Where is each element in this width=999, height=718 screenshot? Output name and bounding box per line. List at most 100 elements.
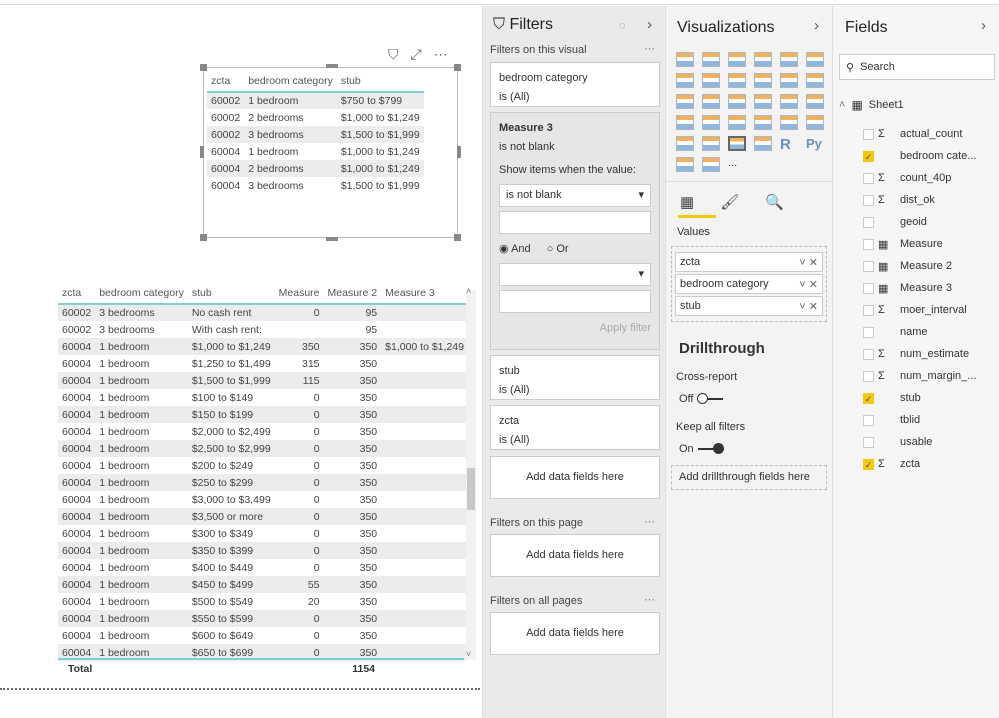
add-drillthrough-fields[interactable]: Add drillthrough fields here	[671, 465, 827, 490]
field-checkbox[interactable]	[863, 194, 874, 206]
visual-type-icon[interactable]	[728, 52, 746, 67]
field-checkbox[interactable]	[863, 326, 874, 338]
apply-filter-button[interactable]: Apply filter	[499, 319, 651, 338]
more-visuals-icon[interactable]: ...	[728, 157, 753, 178]
resize-handle[interactable]	[326, 64, 338, 68]
field-checkbox[interactable]: ✓	[863, 392, 874, 404]
column-header[interactable]: Measure	[274, 282, 324, 305]
resize-handle[interactable]	[200, 234, 207, 241]
more-options-icon[interactable]: ⋯	[434, 46, 448, 63]
scroll-down-icon[interactable]: ˅	[466, 649, 471, 659]
top-table-visual[interactable]: zcta bedroom category stub 60002 1 bedroom $7…	[200, 64, 461, 241]
visual-type-icon[interactable]	[702, 136, 720, 151]
filter-card-stub[interactable]: stub is (All)	[490, 355, 660, 400]
second-value-input[interactable]	[499, 290, 651, 313]
column-header[interactable]: bedroom category	[244, 70, 337, 93]
field-checkbox[interactable]	[863, 128, 874, 140]
add-visual-filter-fields[interactable]: Add data fields here	[490, 456, 660, 499]
field-item[interactable]: ▦ Measure	[863, 233, 943, 255]
field-item[interactable]: tblid	[863, 409, 920, 431]
field-checkbox[interactable]	[863, 414, 874, 426]
field-item[interactable]: Σcount_40p	[863, 167, 951, 189]
field-checkbox[interactable]: ✓	[863, 458, 874, 470]
more-options-icon[interactable]: ⋯	[644, 515, 655, 528]
visual-type-icon[interactable]	[676, 115, 694, 130]
field-item[interactable]: ✓ Σzcta	[863, 453, 920, 475]
visual-type-icon[interactable]	[676, 136, 694, 151]
filter-icon[interactable]: ⛉	[388, 46, 399, 63]
python-visual-icon[interactable]: Py	[806, 136, 831, 157]
field-item[interactable]: Σdist_ok	[863, 189, 935, 211]
field-checkbox[interactable]	[863, 238, 874, 250]
add-all-pages-filter-fields[interactable]: Add data fields here	[490, 612, 660, 655]
visual-type-icon[interactable]	[754, 136, 772, 151]
collapse-viz-icon[interactable]: ›	[814, 17, 819, 34]
resize-handle[interactable]	[454, 64, 461, 71]
column-header[interactable]: zcta	[58, 282, 96, 305]
visual-type-icon[interactable]	[754, 52, 772, 67]
field-item[interactable]: Σmoer_interval	[863, 299, 967, 321]
visual-type-icon[interactable]	[702, 73, 720, 88]
visual-type-icon[interactable]	[676, 157, 694, 172]
collapse-fields-icon[interactable]: ›	[981, 17, 986, 34]
more-options-icon[interactable]: ⋯	[644, 593, 655, 606]
field-checkbox[interactable]	[863, 260, 874, 272]
filter-card-zcta[interactable]: zcta is (All)	[490, 405, 660, 450]
visual-type-icon[interactable]	[728, 73, 746, 88]
visual-type-icon[interactable]	[780, 94, 798, 109]
eye-icon[interactable]: ◌	[619, 20, 626, 32]
field-item[interactable]: ✓ stub	[863, 387, 921, 409]
field-checkbox[interactable]	[863, 348, 874, 360]
field-item[interactable]: Σnum_estimate	[863, 343, 969, 365]
resize-handle[interactable]	[457, 146, 461, 158]
visual-type-icon[interactable]	[702, 94, 720, 109]
second-condition-dropdown[interactable]: ▾	[499, 263, 651, 286]
column-header[interactable]: bedroom category	[95, 282, 188, 305]
chevron-remove-icons[interactable]: ˅ ✕	[799, 256, 818, 269]
visual-type-icon[interactable]	[728, 136, 746, 151]
column-header[interactable]: Measure 3	[381, 282, 466, 305]
collapse-filters-icon[interactable]: ›	[647, 16, 652, 33]
resize-handle[interactable]	[200, 64, 207, 71]
well-field-pill[interactable]: zcta ˅ ✕	[675, 252, 823, 272]
values-well[interactable]: zcta ˅ ✕ bedroom category ˅ ✕ stub ˅ ✕	[671, 246, 827, 322]
visual-type-icon[interactable]	[806, 52, 824, 67]
column-header[interactable]: zcta	[207, 70, 245, 93]
more-options-icon[interactable]: ⋯	[644, 42, 655, 55]
filter-card-bedroom-category[interactable]: bedroom category is (All)	[490, 62, 660, 107]
scrollbar-thumb[interactable]	[467, 468, 475, 510]
search-input[interactable]: ⚲ Search	[839, 54, 995, 80]
visual-type-icon[interactable]	[676, 52, 694, 67]
field-item[interactable]: name	[863, 321, 928, 343]
table-sheet1[interactable]: ˄ ▦ Sheet1	[839, 98, 904, 112]
field-item[interactable]: ▦ Measure 3	[863, 277, 952, 299]
visual-type-icon[interactable]	[754, 73, 772, 88]
resize-handle[interactable]	[200, 146, 204, 158]
visual-type-icon[interactable]	[676, 94, 694, 109]
visual-type-icon[interactable]	[806, 94, 824, 109]
visual-type-icon[interactable]	[806, 115, 824, 130]
visual-type-icon[interactable]	[676, 73, 694, 88]
column-header[interactable]: Measure 2	[323, 282, 382, 305]
or-radio[interactable]: ○ Or	[547, 240, 569, 259]
well-field-pill[interactable]: stub ˅ ✕	[675, 296, 823, 316]
main-table-visual[interactable]: zcta bedroom category stub Measure Measure 2…	[58, 282, 466, 680]
visual-type-icon[interactable]	[728, 94, 746, 109]
visual-type-icon[interactable]	[702, 157, 720, 172]
visual-type-icon[interactable]	[702, 115, 720, 130]
chevron-remove-icons[interactable]: ˅ ✕	[799, 300, 818, 313]
visual-type-icon[interactable]	[780, 115, 798, 130]
resize-handle[interactable]	[326, 237, 338, 241]
visual-type-icon[interactable]	[780, 52, 798, 67]
cross-report-toggle[interactable]: Off	[679, 393, 724, 405]
format-paint-roller-icon[interactable]: 🖌	[720, 193, 739, 211]
field-item[interactable]: Σactual_count	[863, 123, 962, 145]
r-visual-icon[interactable]: R	[780, 136, 805, 157]
field-checkbox[interactable]	[863, 304, 874, 316]
add-page-filter-fields[interactable]: Add data fields here	[490, 534, 660, 577]
field-checkbox[interactable]	[863, 216, 874, 228]
column-header[interactable]: stub	[336, 70, 424, 93]
field-item[interactable]: usable	[863, 431, 932, 453]
filter-card-measure3[interactable]: Measure 3 is not blank Show items when t…	[490, 112, 660, 350]
field-item[interactable]: geoid	[863, 211, 927, 233]
